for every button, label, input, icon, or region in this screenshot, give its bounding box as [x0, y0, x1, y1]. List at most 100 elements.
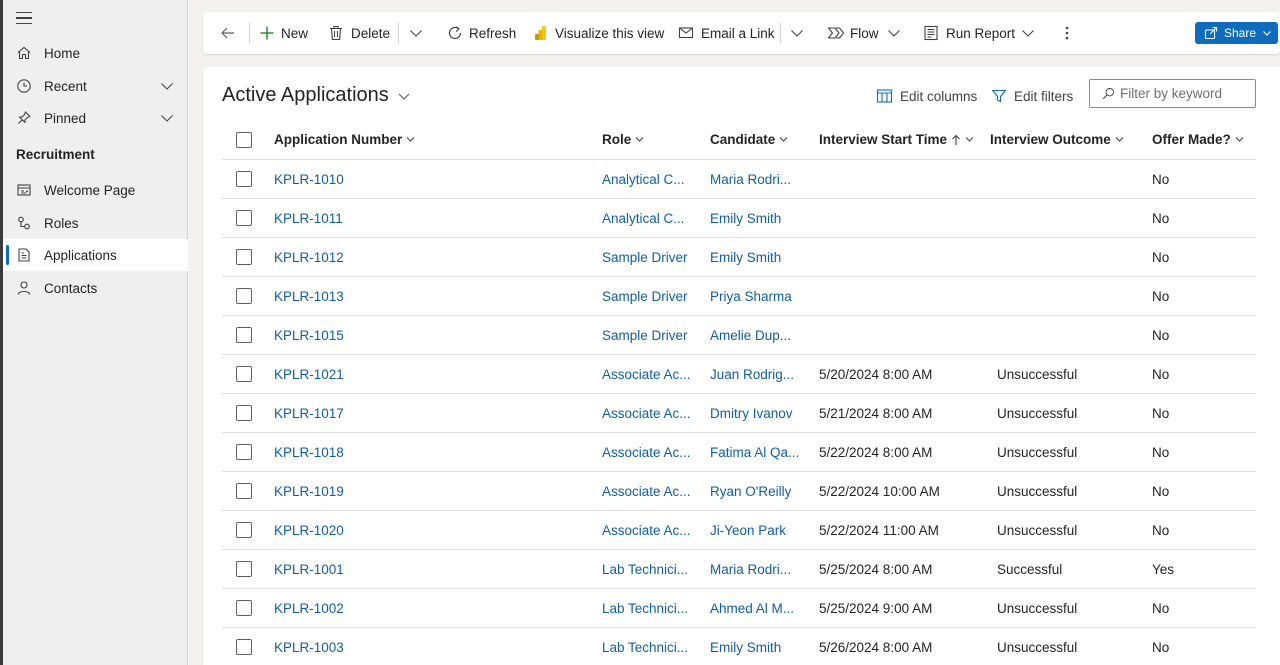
sidebar-item-welcome-page[interactable]: Welcome Page [3, 174, 188, 206]
candidate-link[interactable]: Amelie Dup... [710, 316, 791, 354]
column-header-candidate[interactable]: Candidate [710, 120, 788, 159]
application-number-link[interactable]: KPLR-1021 [274, 355, 344, 393]
candidate-link[interactable]: Ahmed Al M... [710, 589, 794, 627]
hamburger-menu-icon[interactable] [16, 9, 36, 27]
candidate-link[interactable]: Maria Rodri... [710, 550, 791, 588]
table-row[interactable]: KPLR-1015 Sample Driver Amelie Dup... No [222, 316, 1256, 355]
column-header-role[interactable]: Role [602, 120, 644, 159]
application-number-link[interactable]: KPLR-1019 [274, 472, 344, 510]
role-link[interactable]: Sample Driver [602, 316, 688, 354]
column-header-interview-outcome[interactable]: Interview Outcome [990, 120, 1124, 159]
role-link[interactable]: Associate Ac... [602, 472, 691, 510]
row-checkbox[interactable] [236, 405, 252, 421]
run-report-button[interactable]: Run Report [923, 12, 1015, 54]
share-button[interactable]: Share [1195, 22, 1278, 44]
application-number-link[interactable]: KPLR-1002 [274, 589, 344, 627]
role-link[interactable]: Associate Ac... [602, 394, 691, 432]
table-row[interactable]: KPLR-1010 Analytical C... Maria Rodri... No [222, 160, 1256, 199]
sidebar-item-roles[interactable]: Roles [3, 207, 188, 239]
application-number-link[interactable]: KPLR-1015 [274, 316, 344, 354]
row-checkbox[interactable] [236, 288, 252, 304]
delete-button[interactable]: Delete [329, 12, 390, 54]
overflow-button[interactable] [1060, 12, 1074, 54]
sidebar-item-pinned[interactable]: Pinned [3, 102, 188, 134]
select-all-checkbox[interactable] [236, 132, 252, 148]
application-number-link[interactable]: KPLR-1011 [274, 199, 343, 237]
more-commands-dropdown[interactable] [408, 12, 424, 54]
row-checkbox[interactable] [236, 171, 252, 187]
chevron-down-icon[interactable] [159, 110, 175, 126]
email-link-button[interactable]: Email a Link [678, 12, 775, 54]
sidebar-item-contacts[interactable]: Contacts [3, 272, 188, 304]
role-link[interactable]: Sample Driver [602, 277, 688, 315]
filter-keyword-box[interactable] [1089, 79, 1256, 108]
table-row[interactable]: KPLR-1011 Analytical C... Emily Smith No [222, 199, 1256, 238]
row-checkbox[interactable] [236, 522, 252, 538]
table-row[interactable]: KPLR-1012 Sample Driver Emily Smith No [222, 238, 1256, 277]
edit-filters-button[interactable]: Edit filters [991, 85, 1073, 107]
candidate-link[interactable]: Emily Smith [710, 238, 781, 276]
role-link[interactable]: Lab Technici... [602, 550, 688, 588]
role-link[interactable]: Analytical C... [602, 160, 685, 198]
application-number-link[interactable]: KPLR-1020 [274, 511, 344, 549]
row-checkbox[interactable] [236, 366, 252, 382]
application-number-link[interactable]: KPLR-1003 [274, 628, 344, 665]
edit-columns-button[interactable]: Edit columns [876, 85, 977, 107]
application-number-link[interactable]: KPLR-1012 [274, 238, 344, 276]
candidate-link[interactable]: Juan Rodrig... [710, 355, 794, 393]
sidebar-item-home[interactable]: Home [3, 37, 188, 69]
role-link[interactable]: Lab Technici... [602, 628, 688, 665]
run-report-dropdown[interactable] [1020, 12, 1036, 54]
candidate-link[interactable]: Ji-Yeon Park [710, 511, 786, 549]
application-number-link[interactable]: KPLR-1017 [274, 394, 344, 432]
flow-dropdown[interactable] [886, 12, 902, 54]
sidebar-item-applications[interactable]: Applications [3, 239, 188, 271]
candidate-link[interactable]: Maria Rodri... [710, 160, 791, 198]
row-checkbox[interactable] [236, 600, 252, 616]
filter-keyword-input[interactable] [1120, 86, 1255, 101]
table-row[interactable]: KPLR-1021 Associate Ac... Juan Rodrig... 5/… [222, 355, 1256, 394]
row-checkbox[interactable] [236, 639, 252, 655]
application-number-link[interactable]: KPLR-1013 [274, 277, 344, 315]
application-number-link[interactable]: KPLR-1018 [274, 433, 344, 471]
flow-button[interactable]: Flow [827, 12, 879, 54]
table-row[interactable]: KPLR-1002 Lab Technici... Ahmed Al M... 5/2… [222, 589, 1256, 628]
table-row[interactable]: KPLR-1013 Sample Driver Priya Sharma No [222, 277, 1256, 316]
candidate-link[interactable]: Priya Sharma [710, 277, 792, 315]
role-link[interactable]: Lab Technici... [602, 589, 688, 627]
row-checkbox[interactable] [236, 483, 252, 499]
role-link[interactable]: Sample Driver [602, 238, 688, 276]
application-number-link[interactable]: KPLR-1010 [274, 160, 344, 198]
more-commands-dropdown-2[interactable] [789, 12, 805, 54]
role-link[interactable]: Analytical C... [602, 199, 685, 237]
chevron-down-icon[interactable] [159, 78, 175, 94]
column-header-interview-start-time[interactable]: Interview Start Time [819, 120, 974, 159]
row-checkbox[interactable] [236, 210, 252, 226]
candidate-link[interactable]: Emily Smith [710, 199, 781, 237]
candidate-link[interactable]: Fatima Al Qa... [710, 433, 799, 471]
table-row[interactable]: KPLR-1003 Lab Technici... Emily Smith 5/26/… [222, 628, 1256, 665]
candidate-link[interactable]: Dmitry Ivanov [710, 394, 793, 432]
row-checkbox[interactable] [236, 327, 252, 343]
row-checkbox[interactable] [236, 561, 252, 577]
table-row[interactable]: KPLR-1017 Associate Ac... Dmitry Ivanov 5/2… [222, 394, 1256, 433]
view-selector[interactable]: Active Applications [222, 84, 411, 107]
back-button[interactable] [219, 12, 237, 54]
application-number-link[interactable]: KPLR-1001 [274, 550, 344, 588]
table-row[interactable]: KPLR-1019 Associate Ac... Ryan O'Reilly 5/2… [222, 472, 1256, 511]
role-link[interactable]: Associate Ac... [602, 433, 691, 471]
table-row[interactable]: KPLR-1020 Associate Ac... Ji-Yeon Park 5/22… [222, 511, 1256, 550]
role-link[interactable]: Associate Ac... [602, 511, 691, 549]
candidate-link[interactable]: Ryan O'Reilly [710, 472, 791, 510]
role-link[interactable]: Associate Ac... [602, 355, 691, 393]
visualize-button[interactable]: Visualize this view [534, 12, 664, 54]
table-row[interactable]: KPLR-1018 Associate Ac... Fatima Al Qa... 5… [222, 433, 1256, 472]
table-row[interactable]: KPLR-1001 Lab Technici... Maria Rodri... 5/… [222, 550, 1256, 589]
refresh-button[interactable]: Refresh [446, 12, 516, 54]
column-header-offer-made[interactable]: Offer Made? [1152, 120, 1244, 159]
row-checkbox[interactable] [236, 444, 252, 460]
column-header-application-number[interactable]: Application Number [274, 120, 415, 159]
candidate-link[interactable]: Emily Smith [710, 628, 781, 665]
sidebar-item-recent[interactable]: Recent [3, 70, 188, 102]
new-button[interactable]: New [259, 12, 308, 54]
